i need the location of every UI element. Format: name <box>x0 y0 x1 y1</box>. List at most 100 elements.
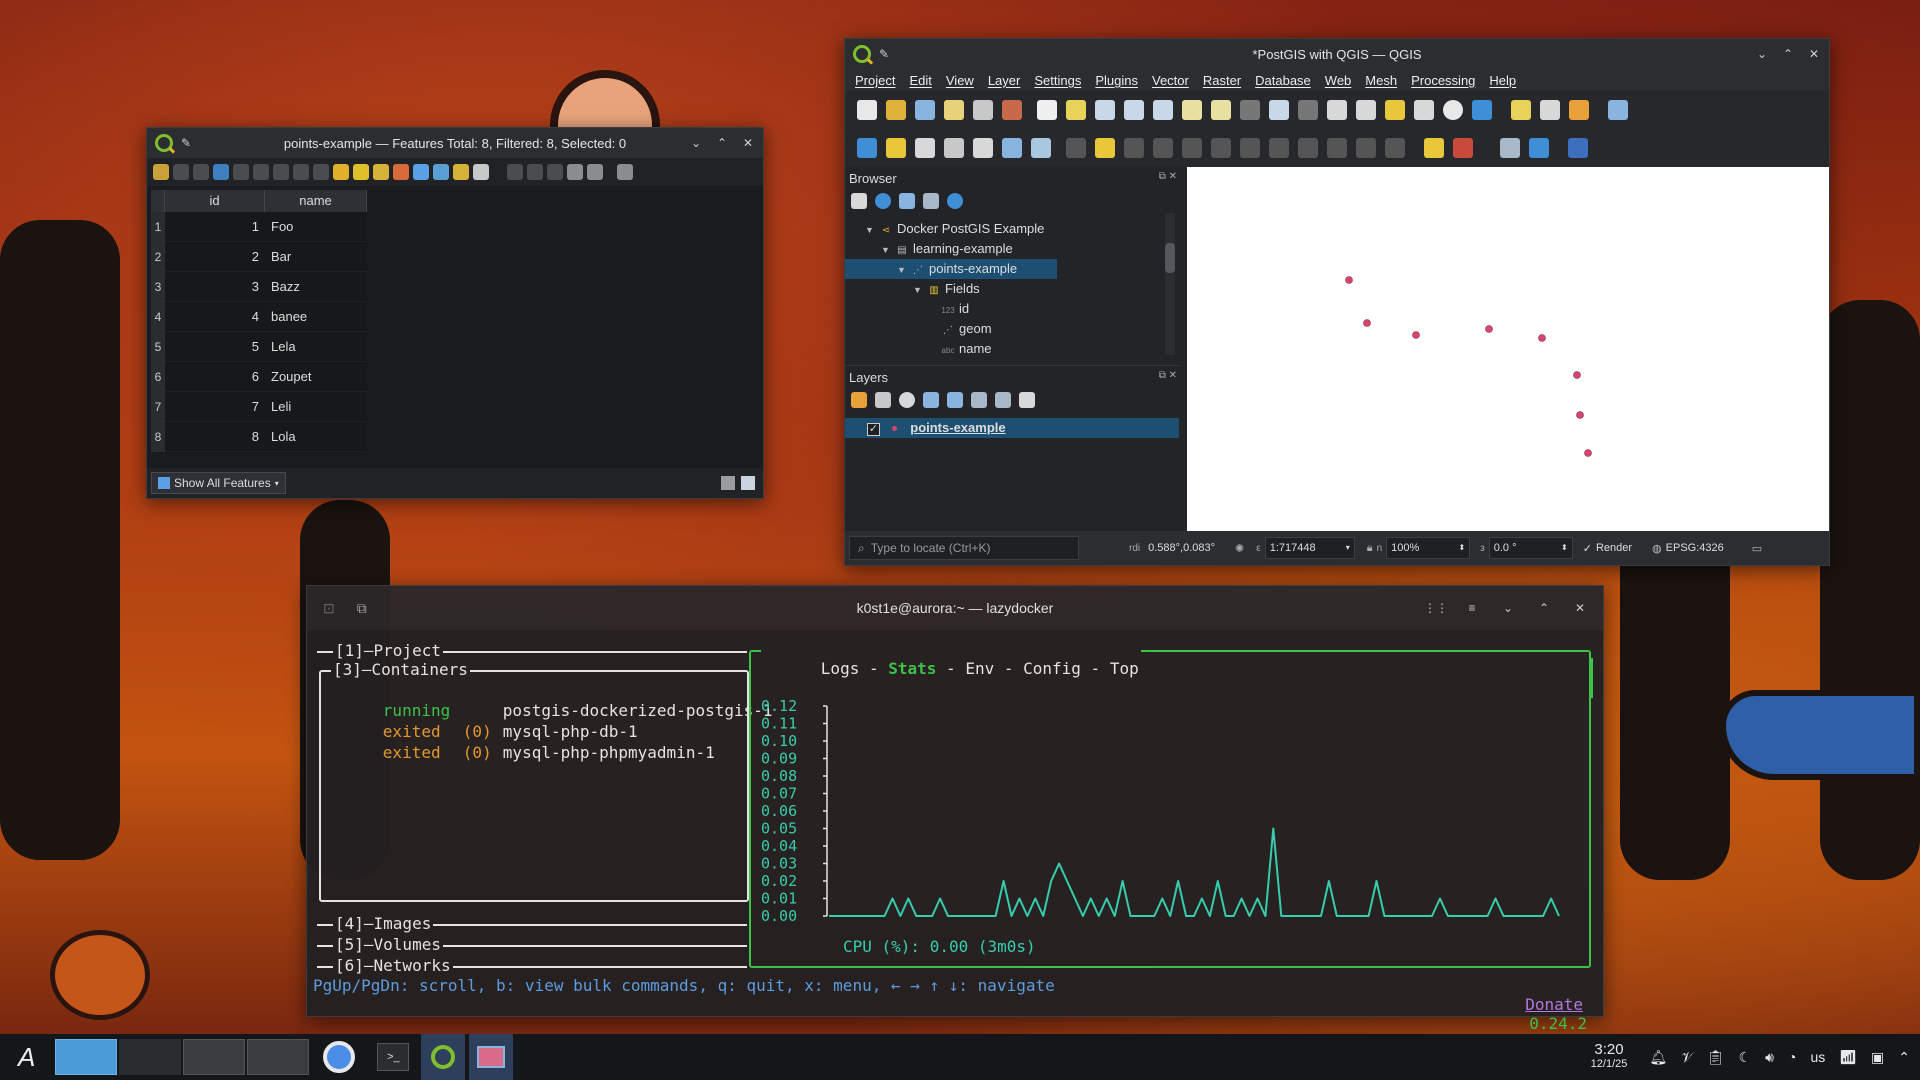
pin-icon[interactable]: ✎ <box>181 136 191 150</box>
chevron-down-icon[interactable]: ▼ <box>913 280 927 300</box>
conditional-format-icon[interactable] <box>567 164 583 180</box>
chevron-down-icon[interactable]: ▼ <box>881 240 895 260</box>
close-icon[interactable]: ✕ <box>1805 45 1823 63</box>
add-group-icon[interactable] <box>875 392 891 408</box>
coordinate-value[interactable]: 0.588°,0.083° <box>1148 542 1215 554</box>
map-point[interactable] <box>1538 334 1546 342</box>
new-scratch-layer-icon[interactable] <box>944 138 964 158</box>
notifications-icon[interactable]: 🔔︎ <box>1649 1049 1667 1066</box>
map-point[interactable] <box>1485 325 1493 333</box>
cell-id[interactable]: 6 <box>165 362 265 392</box>
night-mode-icon[interactable]: ☾ <box>1739 1049 1752 1066</box>
move-selection-top-icon[interactable] <box>433 164 449 180</box>
menu-layer[interactable]: Layer <box>988 73 1021 88</box>
crs-value[interactable]: EPSG:4326 <box>1666 542 1724 554</box>
select-expression-icon[interactable] <box>333 164 349 180</box>
table-row[interactable]: 2 2 Bar <box>151 242 367 272</box>
menu-database[interactable]: Database <box>1255 73 1311 88</box>
vpn-icon[interactable]: ◔ <box>1788 1049 1796 1065</box>
table-row[interactable]: 3 3 Bazz <box>151 272 367 302</box>
tree-item-table[interactable]: ▼ ⋰ points-example <box>845 259 1057 279</box>
field-calculator-icon[interactable] <box>547 164 563 180</box>
menu-view[interactable]: View <box>946 73 974 88</box>
cell-id[interactable]: 4 <box>165 302 265 332</box>
chevron-up-icon[interactable]: ⌃ <box>1535 599 1553 617</box>
invert-selection-icon[interactable] <box>373 164 389 180</box>
undo-icon[interactable] <box>1356 138 1376 158</box>
digitize-icon[interactable] <box>1153 138 1173 158</box>
layer-visibility-checkbox[interactable]: ✓ <box>867 423 880 436</box>
column-header-id[interactable]: id <box>165 190 265 212</box>
project-panel-title[interactable]: [1]–Project <box>333 641 443 660</box>
deselect-icon[interactable] <box>393 164 409 180</box>
attribute-table-titlebar[interactable]: ✎ points-example — Features Total: 8, Fi… <box>147 128 763 158</box>
new-print-layout-icon[interactable] <box>944 100 964 120</box>
cell-id[interactable]: 8 <box>165 422 265 452</box>
menu-mesh[interactable]: Mesh <box>1365 73 1397 88</box>
row-number[interactable]: 4 <box>151 302 165 332</box>
new-3d-view-icon[interactable] <box>1356 100 1376 120</box>
menu-project[interactable]: Project <box>855 73 895 88</box>
bookmark-icon[interactable] <box>1385 100 1405 120</box>
tab-config[interactable]: Config <box>1023 659 1081 678</box>
images-panel-title[interactable]: [4]–Images <box>333 914 434 933</box>
toggle-editing-icon[interactable] <box>1095 138 1115 158</box>
save-edits-icon[interactable] <box>1124 138 1144 158</box>
tab-top[interactable]: Top <box>1110 659 1139 678</box>
row-number[interactable]: 1 <box>151 212 165 242</box>
panel-close-icon[interactable]: ⧉ ✕ <box>1159 370 1177 381</box>
stats-scrollbar[interactable] <box>1589 658 1593 698</box>
zoom-full-icon[interactable] <box>1153 100 1173 120</box>
terminal-app-icon[interactable]: >_ <box>377 1043 410 1071</box>
add-layer-icon[interactable] <box>851 193 867 209</box>
info-icon[interactable] <box>947 193 963 209</box>
hamburger-menu-icon[interactable]: ≡ <box>1463 599 1481 617</box>
qgis-titlebar[interactable]: ✎ *PostGIS with QGIS — QGIS ⌄ ⌃ ✕ <box>845 39 1829 69</box>
table-row[interactable]: 6 6 Zoupet <box>151 362 367 392</box>
chevron-up-icon[interactable]: ⌃ <box>1779 45 1797 63</box>
new-geopackage-icon[interactable] <box>886 138 906 158</box>
table-view-icon[interactable] <box>741 476 755 490</box>
containers-panel-title[interactable]: [3]–Containers <box>331 660 470 679</box>
zoom-next-icon[interactable] <box>1298 100 1318 120</box>
table-row[interactable]: 1 1 Foo <box>151 212 367 242</box>
container-row[interactable]: exited (0) mysql-php-phpmyadmin-1 <box>325 724 715 781</box>
qgis-app-icon[interactable] <box>421 1034 466 1080</box>
open-project-icon[interactable] <box>886 100 906 120</box>
vertex-tool-icon[interactable] <box>1182 138 1202 158</box>
new-tab-icon[interactable]: ⊡ <box>323 600 335 617</box>
chevron-up-icon[interactable]: ⌃ <box>713 134 731 152</box>
cell-id[interactable]: 2 <box>165 242 265 272</box>
chevron-down-icon[interactable]: ⌄ <box>1753 45 1771 63</box>
terminal-titlebar[interactable]: ⊡ ⧉ k0st1e@aurora:~ — lazydocker ⋮⋮ ≡ ⌄ … <box>307 586 1603 630</box>
filter-legend-icon[interactable] <box>923 392 939 408</box>
tab-logs[interactable]: Logs <box>821 659 860 678</box>
chevron-down-icon[interactable]: ▼ <box>865 220 879 240</box>
tree-item-fields[interactable]: ▼ ▥ Fields <box>845 279 1181 299</box>
donate-link[interactable]: Donate <box>1525 995 1583 1014</box>
pan-to-selection-icon[interactable] <box>453 164 469 180</box>
lock-icon[interactable]: 🔒︎ <box>1367 542 1373 555</box>
row-number[interactable]: 8 <box>151 422 165 452</box>
new-virtual-layer-icon[interactable] <box>973 138 993 158</box>
table-row[interactable]: 5 5 Lela <box>151 332 367 362</box>
actions-icon[interactable] <box>587 164 603 180</box>
refresh-icon[interactable] <box>1472 100 1492 120</box>
containers-panel[interactable]: [3]–Containers running postgis-dockerized… <box>319 660 773 902</box>
cell-name[interactable]: Lela <box>265 332 367 362</box>
cell-name[interactable]: Zoupet <box>265 362 367 392</box>
table-row[interactable]: 8 8 Lola <box>151 422 367 452</box>
cut-icon[interactable] <box>273 164 289 180</box>
attribute-table-icon[interactable] <box>1540 100 1560 120</box>
data-source-manager-icon[interactable] <box>857 138 877 158</box>
plugin-icon[interactable] <box>1500 138 1520 158</box>
menu-processing[interactable]: Processing <box>1411 73 1475 88</box>
map-canvas[interactable] <box>1187 167 1829 531</box>
tab-env[interactable]: Env <box>965 659 994 678</box>
extents-icon[interactable]: ✺ <box>1235 542 1244 555</box>
wifi-icon[interactable]: 📶︎ <box>1839 1049 1857 1066</box>
select-features-icon[interactable] <box>1511 100 1531 120</box>
screenshot-app-icon[interactable] <box>469 1034 514 1080</box>
remove-layer-icon[interactable] <box>1019 392 1035 408</box>
paste-icon[interactable] <box>313 164 329 180</box>
